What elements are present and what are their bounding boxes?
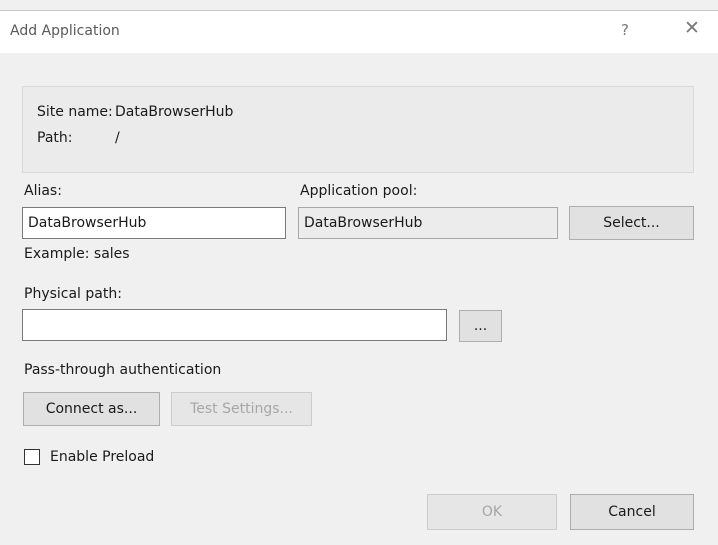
select-button[interactable]: Select... bbox=[569, 206, 694, 240]
alias-example: Example: sales bbox=[24, 246, 130, 262]
browse-button[interactable]: ... bbox=[459, 310, 502, 342]
path-value: / bbox=[115, 130, 120, 146]
alias-input[interactable]: DataBrowserHub bbox=[22, 207, 286, 239]
physical-path-label: Physical path: bbox=[24, 286, 122, 302]
enable-preload-label[interactable]: Enable Preload bbox=[50, 449, 154, 465]
site-info-panel: Site name: DataBrowserHub Path: / bbox=[22, 86, 694, 173]
alias-label: Alias: bbox=[24, 183, 62, 199]
cancel-button[interactable]: Cancel bbox=[570, 494, 694, 530]
title-bar: Add Application ? ✕ bbox=[0, 11, 718, 53]
window-title: Add Application bbox=[10, 23, 120, 39]
application-pool-label: Application pool: bbox=[300, 183, 418, 199]
application-pool-field: DataBrowserHub bbox=[298, 207, 558, 239]
connect-as-button[interactable]: Connect as... bbox=[23, 392, 160, 426]
site-name-label: Site name: bbox=[37, 104, 113, 120]
help-icon[interactable]: ? bbox=[621, 21, 629, 39]
pass-through-auth-label: Pass-through authentication bbox=[24, 362, 222, 378]
physical-path-input[interactable] bbox=[22, 309, 447, 341]
ok-button: OK bbox=[427, 494, 557, 530]
test-settings-button: Test Settings... bbox=[171, 392, 312, 426]
close-icon[interactable]: ✕ bbox=[684, 19, 700, 38]
site-name-value: DataBrowserHub bbox=[115, 104, 234, 120]
path-label: Path: bbox=[37, 130, 73, 146]
enable-preload-checkbox[interactable] bbox=[24, 449, 40, 465]
